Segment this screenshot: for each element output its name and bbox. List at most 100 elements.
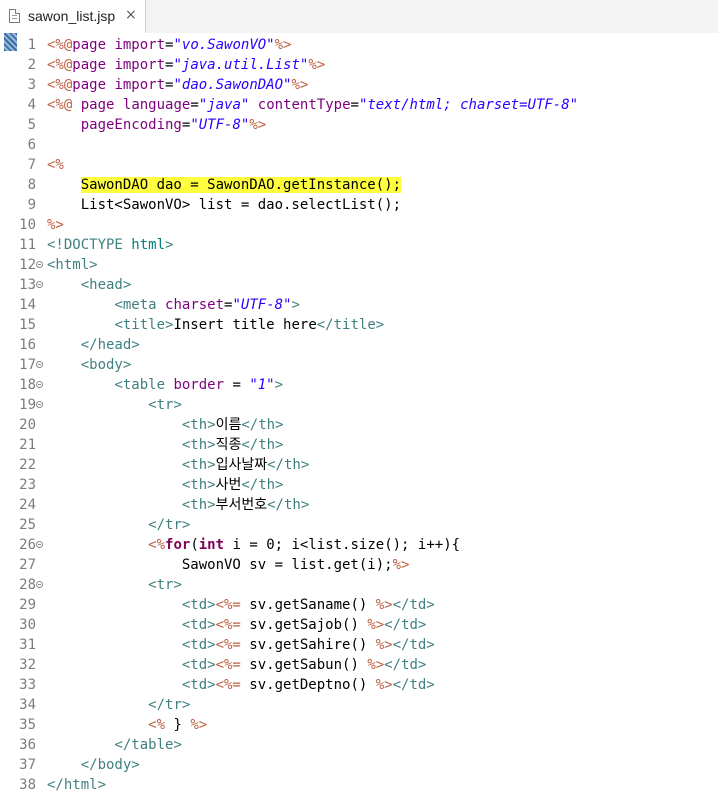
fold-toggle-icon[interactable]: [36, 541, 43, 548]
code-text[interactable]: <td><%= sv.getDeptno() %></td>: [47, 675, 435, 695]
line-number: 20: [19, 417, 36, 433]
code-line[interactable]: 2 <%@page import="java.util.List"%>: [0, 55, 718, 75]
code-text[interactable]: </tr>: [47, 695, 190, 715]
fold-toggle-icon[interactable]: [36, 361, 43, 368]
fold-toggle-icon[interactable]: [36, 401, 43, 408]
code-line[interactable]: 16 </head>: [0, 335, 718, 355]
code-line[interactable]: 23 <th>사번</th>: [0, 475, 718, 495]
code-line[interactable]: 3 <%@page import="dao.SawonDAO"%>: [0, 75, 718, 95]
line-number: 10: [19, 217, 36, 233]
code-line[interactable]: 29 <td><%= sv.getSaname() %></td>: [0, 595, 718, 615]
code-text[interactable]: pageEncoding="UTF-8"%>: [47, 115, 266, 135]
code-text[interactable]: <% } %>: [47, 715, 207, 735]
code-line[interactable]: 15 <title>Insert title here</title>: [0, 315, 718, 335]
code-line[interactable]: 8 SawonDAO dao = SawonDAO.getInstance();: [0, 175, 718, 195]
code-line[interactable]: 1 <%@page import="vo.SawonVO"%>: [0, 35, 718, 55]
editor-tab[interactable]: sawon_list.jsp ×: [0, 0, 146, 33]
code-line[interactable]: 13 <head>: [0, 275, 718, 295]
code-text[interactable]: List<SawonVO> list = dao.selectList();: [47, 195, 401, 215]
code-text[interactable]: <title>Insert title here</title>: [47, 315, 384, 335]
code-editor[interactable]: 1 <%@page import="vo.SawonVO"%> 2 <%@page i…: [0, 33, 718, 800]
code-text[interactable]: SawonVO sv = list.get(i);%>: [47, 555, 410, 575]
code-line[interactable]: 18 <table border = "1">: [0, 375, 718, 395]
code-text[interactable]: </head>: [47, 335, 140, 355]
code-text[interactable]: <tr>: [47, 395, 182, 415]
code-text[interactable]: SawonDAO dao = SawonDAO.getInstance();: [47, 175, 402, 195]
code-line[interactable]: 19 <tr>: [0, 395, 718, 415]
code-text[interactable]: <%for(int i = 0; i<list.size(); i++){: [47, 535, 460, 555]
code-line[interactable]: 11 <!DOCTYPE html>: [0, 235, 718, 255]
code-line[interactable]: 30 <td><%= sv.getSajob() %></td>: [0, 615, 718, 635]
code-token: </td>: [384, 657, 427, 673]
code-text[interactable]: <meta charset="UTF-8">: [47, 295, 300, 315]
code-line[interactable]: 21 <th>직종</th>: [0, 435, 718, 455]
code-text[interactable]: <html>: [47, 255, 98, 275]
code-token: >: [291, 297, 300, 313]
fold-toggle-icon[interactable]: [36, 281, 43, 288]
code-line[interactable]: 33 <td><%= sv.getDeptno() %></td>: [0, 675, 718, 695]
code-text[interactable]: <th>이름</th>: [47, 415, 284, 435]
code-text[interactable]: <td><%= sv.getSajob() %></td>: [47, 615, 426, 635]
code-text[interactable]: <th>직종</th>: [47, 435, 284, 455]
code-token: <td>: [181, 597, 216, 613]
code-text[interactable]: </table>: [47, 735, 181, 755]
code-text[interactable]: <%@page import="dao.SawonDAO"%>: [47, 75, 308, 95]
code-line[interactable]: 34 </tr>: [0, 695, 718, 715]
code-text[interactable]: </body>: [47, 755, 140, 775]
code-line[interactable]: 37 </body>: [0, 755, 718, 775]
code-line[interactable]: 17 <body>: [0, 355, 718, 375]
code-text[interactable]: <%: [47, 155, 64, 175]
fold-toggle-icon[interactable]: [36, 581, 43, 588]
code-text[interactable]: <%@page import="java.util.List"%>: [47, 55, 325, 75]
code-token: </th>: [267, 497, 310, 513]
code-text[interactable]: <th>부서번호</th>: [47, 495, 309, 515]
code-line[interactable]: 24 <th>부서번호</th>: [0, 495, 718, 515]
fold-toggle-icon[interactable]: [36, 381, 43, 388]
code-text[interactable]: </html>: [47, 775, 106, 795]
line-number: 29: [19, 597, 36, 613]
code-text[interactable]: <%@page import="vo.SawonVO"%>: [47, 35, 291, 55]
code-text[interactable]: <body>: [47, 355, 132, 375]
code-text[interactable]: <th>사번</th>: [47, 475, 284, 495]
code-line[interactable]: 26 <%for(int i = 0; i<list.size(); i++){: [0, 535, 718, 555]
close-tab-icon[interactable]: ×: [125, 7, 137, 23]
code-text[interactable]: <head>: [47, 275, 132, 295]
code-token: sv.getSabun(): [240, 657, 368, 673]
code-line[interactable]: 31 <td><%= sv.getSahire() %></td>: [0, 635, 718, 655]
code-token: %>: [375, 637, 393, 653]
line-number: 21: [19, 437, 36, 453]
code-line[interactable]: 25 </tr>: [0, 515, 718, 535]
code-line[interactable]: 27 SawonVO sv = list.get(i);%>: [0, 555, 718, 575]
code-text[interactable]: <td><%= sv.getSaname() %></td>: [47, 595, 435, 615]
code-token: =: [224, 377, 250, 393]
code-text[interactable]: <th>입사날짜</th>: [47, 455, 309, 475]
code-line[interactable]: 5 pageEncoding="UTF-8"%>: [0, 115, 718, 135]
code-line[interactable]: 32 <td><%= sv.getSabun() %></td>: [0, 655, 718, 675]
code-token: %>: [367, 617, 385, 633]
code-text[interactable]: <td><%= sv.getSabun() %></td>: [47, 655, 426, 675]
code-line[interactable]: 38 </html>: [0, 775, 718, 795]
code-text[interactable]: <%@ page language="java" contentType="te…: [47, 95, 578, 115]
code-line[interactable]: 22 <th>입사날짜</th>: [0, 455, 718, 475]
code-line[interactable]: 4 <%@ page language="java" contentType="t…: [0, 95, 718, 115]
code-line[interactable]: 7 <%: [0, 155, 718, 175]
code-line[interactable]: 28 <tr>: [0, 575, 718, 595]
code-line[interactable]: 35 <% } %>: [0, 715, 718, 735]
code-line[interactable]: 10 %>: [0, 215, 718, 235]
code-text[interactable]: <!DOCTYPE html>: [47, 235, 173, 255]
code-line[interactable]: 6: [0, 135, 718, 155]
code-text[interactable]: </tr>: [47, 515, 190, 535]
editor-tab-bar: sawon_list.jsp ×: [0, 0, 718, 34]
code-text[interactable]: <tr>: [47, 575, 182, 595]
code-line[interactable]: 36 </table>: [0, 735, 718, 755]
code-line[interactable]: 9 List<SawonVO> list = dao.selectList();: [0, 195, 718, 215]
code-line[interactable]: 20 <th>이름</th>: [0, 415, 718, 435]
code-line[interactable]: 14 <meta charset="UTF-8">: [0, 295, 718, 315]
code-token: </head>: [80, 337, 140, 353]
fold-toggle-icon[interactable]: [36, 261, 43, 268]
code-text[interactable]: <td><%= sv.getSahire() %></td>: [47, 635, 435, 655]
code-text[interactable]: <table border = "1">: [47, 375, 283, 395]
code-text[interactable]: %>: [47, 215, 64, 235]
code-line[interactable]: 12 <html>: [0, 255, 718, 275]
